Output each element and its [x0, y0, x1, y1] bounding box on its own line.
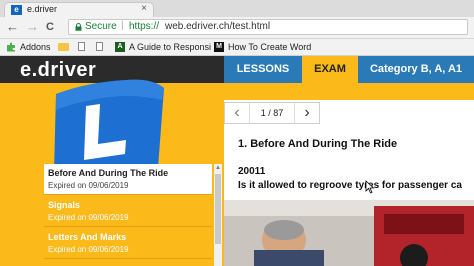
- browser-toolbar: ← → C Secure | https:// web.edriver.ch/t…: [0, 17, 474, 39]
- bookmark-howto[interactable]: M How To Create Word: [214, 40, 311, 54]
- bookmarks-bar: Addons A A Guide to Responsi M How To Crea…: [0, 39, 474, 56]
- page: e.driver LESSONS EXAM Category B, A, A1 …: [0, 56, 474, 266]
- document-icon: [78, 42, 85, 52]
- back-button[interactable]: ←: [6, 19, 19, 35]
- question-pager: ‹ 1 / 87 ›: [224, 102, 320, 124]
- secure-label: Secure: [85, 21, 117, 32]
- address-bar[interactable]: Secure | https:// web.edriver.ch/test.ht…: [68, 19, 468, 35]
- question-text: Is it allowed to regroove tyres for pass…: [238, 180, 462, 191]
- howto-favicon-icon: M: [214, 41, 224, 52]
- url-scheme: https://: [129, 21, 160, 32]
- nav-category[interactable]: Category B, A, A1: [358, 56, 474, 83]
- bookmark-addons[interactable]: Addons: [6, 40, 51, 54]
- question-counter: 1 / 87: [249, 103, 295, 123]
- tab-title: e.driver: [27, 4, 58, 14]
- question-panel: ‹ 1 / 87 › 1. Before And During The Ride…: [224, 100, 474, 266]
- reload-button[interactable]: C: [46, 19, 54, 35]
- sidebar-item-letters-marks[interactable]: Letters And Marks Expired on 09/06/2019: [44, 228, 212, 259]
- browser-tab[interactable]: e e.driver ×: [4, 2, 154, 17]
- sidebar-item-signals[interactable]: Signals Expired on 09/06/2019: [44, 196, 212, 227]
- sidebar-item-expiry: Expired on 09/06/2019: [48, 245, 129, 254]
- bookmark-folder[interactable]: [58, 40, 73, 54]
- bookmark-doc-2[interactable]: [96, 40, 107, 54]
- sidebar-item-expiry: Expired on 09/06/2019: [48, 181, 129, 190]
- previous-question-button[interactable]: ‹: [227, 103, 247, 123]
- question-number: 20011: [238, 166, 266, 177]
- bookmark-howto-label: How To Create Word: [228, 42, 312, 52]
- forward-button[interactable]: →: [26, 19, 39, 35]
- sidebar-item-title: Signals: [48, 200, 81, 210]
- guide-favicon-icon: A: [115, 41, 125, 52]
- section-title: 1. Before And During The Ride: [238, 138, 398, 150]
- bookmark-guide[interactable]: A A Guide to Responsi: [115, 40, 211, 54]
- url-text: web.edriver.ch/test.html: [165, 21, 271, 32]
- puzzle-icon: [7, 42, 15, 52]
- url-separator: |: [121, 20, 124, 31]
- sidebar-scrollbar[interactable]: ▲: [214, 164, 222, 266]
- bookmark-doc-1[interactable]: [78, 40, 89, 54]
- sidebar-item-before-ride[interactable]: Before And During The Ride Expired on 09…: [44, 164, 212, 195]
- mouse-cursor-icon: [365, 180, 375, 194]
- browser-tab-bar: e e.driver ×: [0, 0, 474, 17]
- close-tab-icon[interactable]: ×: [141, 3, 147, 14]
- nav-exam[interactable]: EXAM: [302, 56, 358, 83]
- document-icon: [96, 42, 103, 52]
- scrollbar-thumb[interactable]: [215, 174, 221, 244]
- lock-icon: [75, 23, 82, 31]
- lesson-sidebar: Before And During The Ride Expired on 09…: [44, 164, 212, 266]
- folder-icon: [58, 42, 69, 51]
- site-favicon-icon: e: [11, 5, 22, 15]
- sidebar-item-title: Letters And Marks: [48, 232, 127, 242]
- bookmark-addons-label: Addons: [20, 42, 51, 52]
- question-photo: [224, 200, 474, 266]
- sidebar-item-title: Before And During The Ride: [48, 168, 169, 178]
- scroll-up-icon[interactable]: ▲: [214, 164, 222, 172]
- nav-lessons[interactable]: LESSONS: [224, 56, 302, 83]
- bookmark-guide-label: A Guide to Responsi: [129, 42, 212, 52]
- next-question-button[interactable]: ›: [297, 103, 317, 123]
- sidebar-item-expiry: Expired on 09/06/2019: [48, 213, 129, 222]
